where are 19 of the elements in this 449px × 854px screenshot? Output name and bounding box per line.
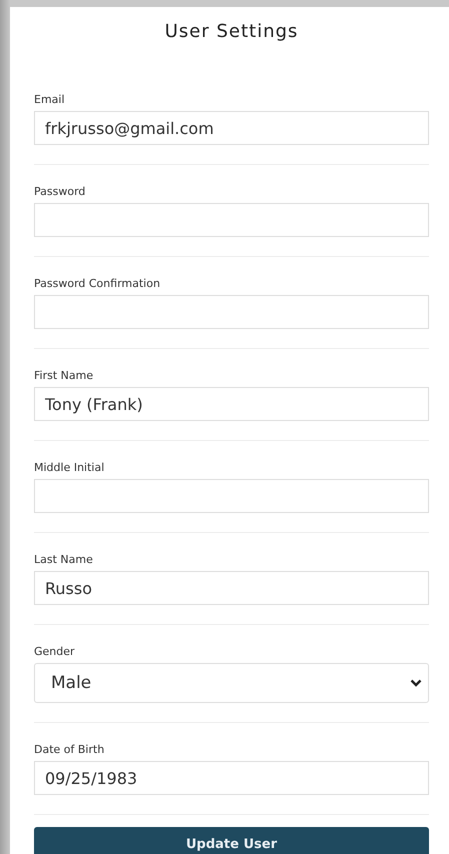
field-label: Date of Birth (34, 743, 106, 757)
update-user-button[interactable]: Update User (34, 827, 429, 854)
field-label: Email (34, 93, 66, 107)
page-title: User Settings (164, 20, 300, 44)
input-field[interactable]: Russo (34, 571, 429, 605)
input-field[interactable] (34, 479, 429, 513)
field-label: Password (34, 185, 86, 199)
input-field[interactable] (34, 203, 429, 237)
gender-select[interactable]: Male (34, 663, 429, 703)
field-label: Middle Initial (34, 461, 106, 475)
input-field[interactable]: frkjrusso@gmail.com (34, 111, 429, 145)
input-field[interactable]: 09/25/1983 (34, 761, 429, 795)
input-field[interactable] (34, 295, 429, 329)
chevron-down-icon (410, 679, 422, 687)
input-field[interactable]: Tony (Frank) (34, 387, 429, 421)
field-label: Last Name (34, 553, 94, 567)
field-label: First Name (34, 369, 94, 383)
field-label: Password Confirmation (34, 277, 162, 291)
field-label: Gender (34, 645, 76, 659)
